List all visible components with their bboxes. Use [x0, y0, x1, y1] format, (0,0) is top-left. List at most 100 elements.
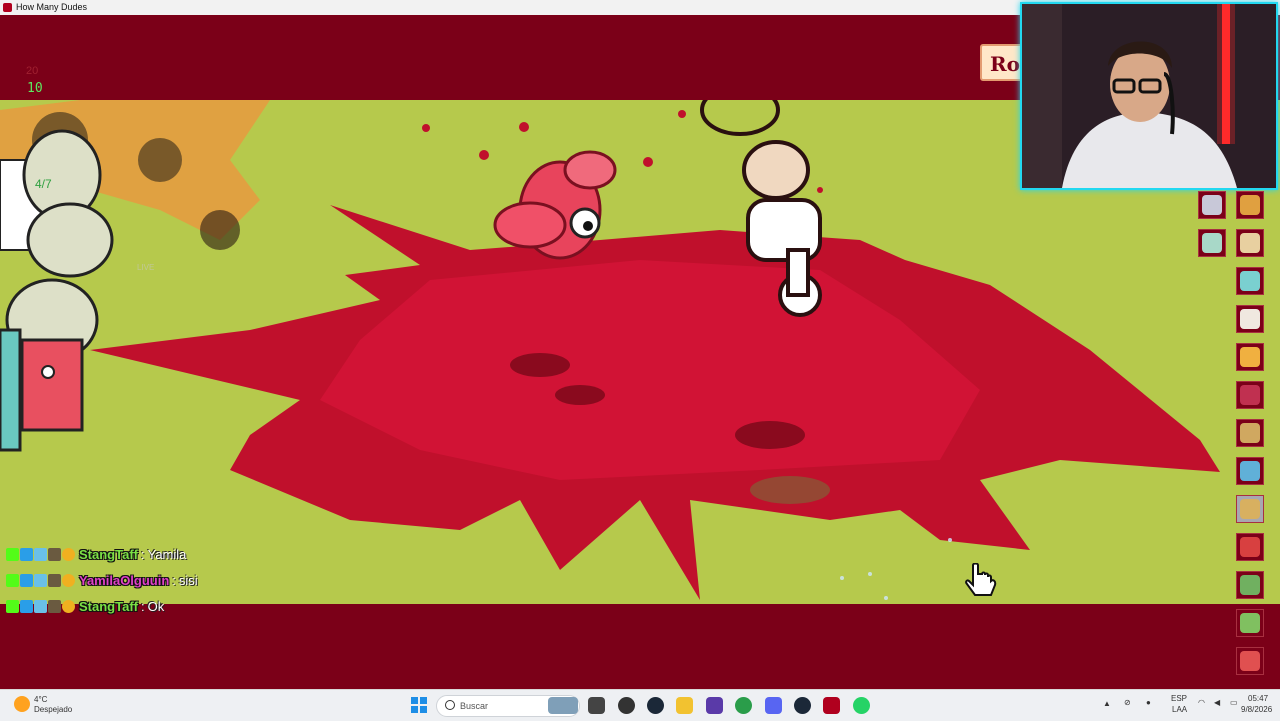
chat-message: YamilaOlguuin : sisi: [6, 567, 198, 593]
chat-username: YamilaOlguuin: [79, 572, 170, 588]
live-tag: LIVE: [137, 263, 155, 272]
item-slot[interactable]: [1236, 191, 1264, 219]
volume-icon[interactable]: ◀: [1214, 698, 1220, 707]
coin-badge-icon: [62, 573, 75, 587]
ogre-dudes: [0, 129, 114, 452]
tray-chevron-icon[interactable]: ▲: [1103, 699, 1111, 708]
hand-cursor-icon: [965, 563, 997, 596]
trap-icon: [1240, 385, 1260, 405]
kick-badge-icon: [6, 573, 19, 587]
slingshot-icon: [1240, 271, 1260, 291]
discord-icon[interactable]: [765, 697, 782, 714]
item-slot[interactable]: [1198, 229, 1226, 257]
sparkles: [840, 538, 952, 600]
chat-separator: :: [172, 572, 176, 588]
burger-icon: [1240, 651, 1260, 671]
steam-icon[interactable]: [647, 697, 664, 714]
weather-temperature[interactable]: 4°C: [34, 695, 47, 704]
chat-text: Yamila: [147, 546, 187, 562]
subscriber-badge-icon: [20, 599, 33, 613]
chest-icon: [1240, 575, 1260, 595]
language-code[interactable]: ESP: [1171, 694, 1187, 703]
whatsapp-icon[interactable]: [853, 697, 870, 714]
clock-date[interactable]: 9/8/2026: [1241, 705, 1272, 714]
chat-separator: :: [140, 546, 145, 562]
torch-icon: [1240, 195, 1260, 215]
avatar-badge-icon: [48, 573, 61, 587]
purple-app-icon[interactable]: [706, 697, 723, 714]
window-title: How Many Dudes: [16, 2, 88, 12]
chat-badges: [6, 599, 75, 613]
item-slot[interactable]: [1236, 533, 1264, 561]
wings-icon: [1240, 347, 1260, 367]
steam-icon-2[interactable]: [794, 697, 811, 714]
scroll-icon: [1240, 233, 1260, 253]
chat-username: StangTaff: [79, 598, 138, 614]
item-slot[interactable]: [1236, 571, 1264, 599]
network-icon[interactable]: ⊘: [1124, 698, 1131, 707]
lantern-icon: [1240, 309, 1260, 329]
brush-icon: [1202, 195, 1222, 215]
avatar-badge-icon: [48, 599, 61, 613]
item-slot[interactable]: [1236, 305, 1264, 333]
webcam-overlay: [1020, 2, 1278, 190]
chat-username: StangTaff: [79, 546, 138, 562]
item-slot[interactable]: [1236, 343, 1264, 371]
item-slot[interactable]: [1236, 381, 1264, 409]
weather-icon[interactable]: [14, 696, 30, 712]
tool-app-icon[interactable]: [618, 697, 635, 714]
item-slot[interactable]: [1236, 647, 1264, 675]
diamond-badge-icon: [34, 599, 47, 613]
kick-badge-icon: [6, 599, 19, 613]
avatar-badge-icon: [48, 547, 61, 561]
chat-text: sisi: [178, 572, 198, 588]
search-icon: [445, 700, 455, 710]
item-slot[interactable]: [1236, 495, 1264, 523]
task-view-icon[interactable]: [588, 697, 605, 714]
chat-text: Ok: [147, 598, 165, 614]
language-layout[interactable]: LAA: [1172, 705, 1187, 714]
game-app-icon: [3, 3, 12, 12]
photos-app-icon[interactable]: [548, 697, 578, 714]
wifi-icon[interactable]: ◠: [1198, 698, 1205, 707]
goblin-icon: [1240, 537, 1260, 557]
helmet-icon: [1240, 423, 1260, 443]
item-slot[interactable]: [1236, 229, 1264, 257]
chat-badges: [6, 547, 75, 561]
microphone-icon[interactable]: ●: [1146, 698, 1151, 707]
windows-taskbar: 4°C Despejado Buscar ▲ ⊘ ● ESP LAA ◠ ◀ ▭…: [0, 689, 1280, 721]
game-app-icon[interactable]: [823, 697, 840, 714]
blood-splatter: [90, 205, 1220, 600]
chat-separator: :: [140, 598, 145, 614]
windows-start-icon[interactable]: [411, 697, 427, 713]
diamond-badge-icon: [34, 547, 47, 561]
subscriber-badge-icon: [20, 547, 33, 561]
item-slot[interactable]: [1198, 191, 1226, 219]
hud-top-value: 20: [26, 65, 39, 77]
battery-icon[interactable]: ▭: [1230, 698, 1238, 707]
ring-icon: [1240, 461, 1260, 481]
streamer-video: [1022, 4, 1276, 188]
clock-time[interactable]: 05:47: [1248, 694, 1268, 703]
coin-badge-icon: [62, 547, 75, 561]
diamond-badge-icon: [34, 573, 47, 587]
items-sidebar: [1195, 190, 1280, 680]
coin-badge-icon: [62, 599, 75, 613]
card-icon: [1202, 233, 1222, 253]
unit-count: 10: [27, 81, 43, 96]
item-slot[interactable]: [1236, 267, 1264, 295]
item-slot[interactable]: [1236, 457, 1264, 485]
item-slot[interactable]: [1236, 609, 1264, 637]
chat-message: StangTaff : Ok: [6, 593, 198, 619]
file-explorer-icon[interactable]: [676, 697, 693, 714]
stream-chat: StangTaff : Yamila YamilaOlguuin : sisi …: [6, 541, 198, 619]
search-placeholder: Buscar: [460, 701, 489, 711]
subscriber-badge-icon: [20, 573, 33, 587]
item-slot[interactable]: [1236, 419, 1264, 447]
weather-description[interactable]: Despejado: [34, 705, 72, 714]
chrome-icon[interactable]: [735, 697, 752, 714]
chat-message: StangTaff : Yamila: [6, 541, 198, 567]
enemy-hp-label: 4/7: [35, 177, 52, 191]
kick-badge-icon: [6, 547, 19, 561]
chat-badges: [6, 573, 75, 587]
